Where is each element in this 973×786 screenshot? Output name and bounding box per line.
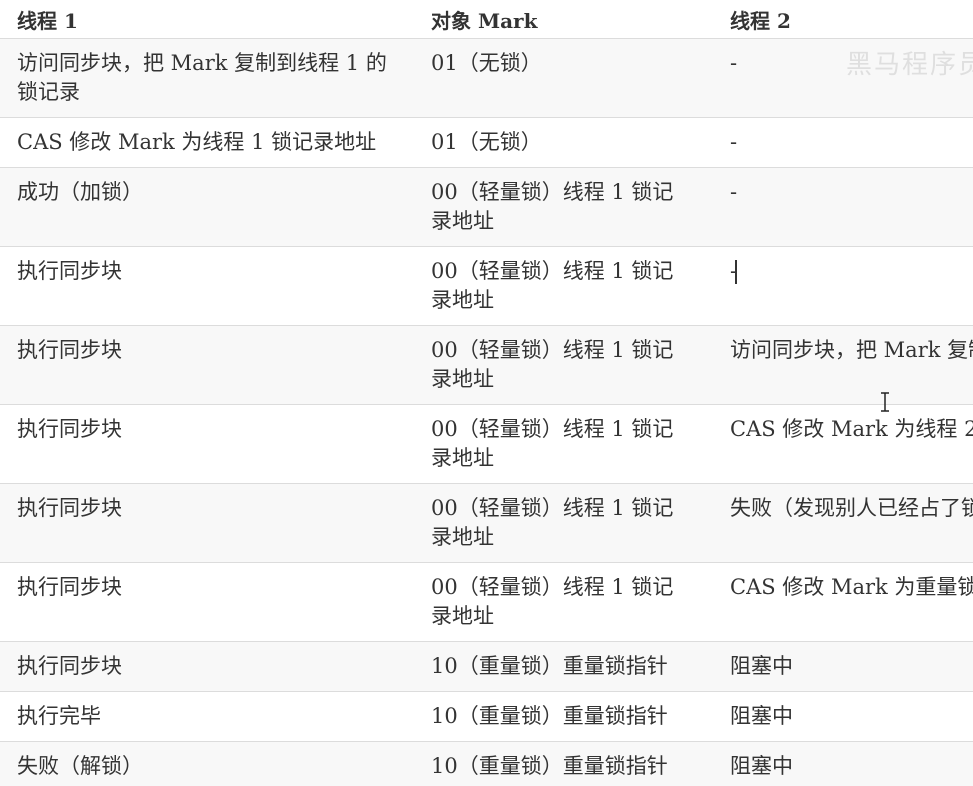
text-cursor-icon xyxy=(881,392,889,412)
table-row: 失败（解锁） 10（重量锁）重量锁指针 阻塞中 xyxy=(0,741,973,786)
thread-1-cell: 执行同步块 xyxy=(0,483,414,563)
thread-2-cell: - xyxy=(713,117,973,168)
thread-1-cell: 访问同步块，把 Mark 复制到线程 1 的锁记录 xyxy=(0,38,414,118)
document-page: 线程 1 对象 Mark 线程 2 访问同步块，把 Mark 复制到线程 1 的… xyxy=(0,0,973,786)
object-mark-cell: 00（轻量锁）线程 1 锁记录地址 xyxy=(414,562,713,642)
table-row: 执行同步块 00（轻量锁）线程 1 锁记录地址 访问同步块，把 Mark 复制到… xyxy=(0,325,973,405)
table-row: 执行同步块 00（轻量锁）线程 1 锁记录地址 CAS 修改 Mark 为线程 … xyxy=(0,404,973,484)
header-row: 线程 1 对象 Mark 线程 2 xyxy=(0,0,973,39)
thread-2-cell: 访问同步块，把 Mark 复制到线程 2 的锁记录 xyxy=(713,325,973,405)
thread-2-cell: CAS 修改 Mark 为线程 2 锁记录地址 xyxy=(713,404,973,484)
thread-2-cell: 阻塞中 xyxy=(713,691,973,742)
table-row: CAS 修改 Mark 为线程 1 锁记录地址 01（无锁） - xyxy=(0,117,973,168)
object-mark-cell: 10（重量锁）重量锁指针 xyxy=(414,741,713,786)
thread-2-cell: - xyxy=(713,167,973,247)
thread-2-cell: 阻塞中 xyxy=(713,741,973,786)
text-caret xyxy=(735,260,737,284)
object-mark-cell: 01（无锁） xyxy=(414,38,713,118)
table-row: 执行同步块 00（轻量锁）线程 1 锁记录地址 失败（发现别人已经占了锁） xyxy=(0,483,973,563)
table-row: 执行同步块 10（重量锁）重量锁指针 阻塞中 xyxy=(0,641,973,692)
thread-1-cell: 执行同步块 xyxy=(0,404,414,484)
object-mark-cell: 00（轻量锁）线程 1 锁记录地址 xyxy=(414,325,713,405)
table-row: 执行完毕 10（重量锁）重量锁指针 阻塞中 xyxy=(0,691,973,742)
thread-1-cell: CAS 修改 Mark 为线程 1 锁记录地址 xyxy=(0,117,414,168)
header-object-mark: 对象 Mark xyxy=(414,0,713,39)
thread-2-cell: 失败（发现别人已经占了锁） xyxy=(713,483,973,563)
thread-1-cell: 成功（加锁） xyxy=(0,167,414,247)
table-row: 访问同步块，把 Mark 复制到线程 1 的锁记录 01（无锁） - xyxy=(0,38,973,118)
thread-2-cell: - xyxy=(713,246,973,326)
object-mark-cell: 00（轻量锁）线程 1 锁记录地址 xyxy=(414,404,713,484)
object-mark-cell: 01（无锁） xyxy=(414,117,713,168)
lock-state-table: 线程 1 对象 Mark 线程 2 访问同步块，把 Mark 复制到线程 1 的… xyxy=(0,0,973,786)
object-mark-cell: 00（轻量锁）线程 1 锁记录地址 xyxy=(414,483,713,563)
header-thread-1: 线程 1 xyxy=(0,0,414,39)
thread-1-cell: 失败（解锁） xyxy=(0,741,414,786)
thread-1-cell: 执行同步块 xyxy=(0,325,414,405)
thread-1-cell: 执行同步块 xyxy=(0,562,414,642)
thread-2-cell: 阻塞中 xyxy=(713,641,973,692)
object-mark-cell: 10（重量锁）重量锁指针 xyxy=(414,691,713,742)
object-mark-cell: 10（重量锁）重量锁指针 xyxy=(414,641,713,692)
table-row: 执行同步块 00（轻量锁）线程 1 锁记录地址 - xyxy=(0,246,973,326)
thread-1-cell: 执行完毕 xyxy=(0,691,414,742)
watermark: 黑马程序员 xyxy=(846,50,973,80)
object-mark-cell: 00（轻量锁）线程 1 锁记录地址 xyxy=(414,246,713,326)
table-row: 成功（加锁） 00（轻量锁）线程 1 锁记录地址 - xyxy=(0,167,973,247)
thread-1-cell: 执行同步块 xyxy=(0,641,414,692)
thread-2-cell: CAS 修改 Mark 为重量锁 xyxy=(713,562,973,642)
table-row: 执行同步块 00（轻量锁）线程 1 锁记录地址 CAS 修改 Mark 为重量锁 xyxy=(0,562,973,642)
object-mark-cell: 00（轻量锁）线程 1 锁记录地址 xyxy=(414,167,713,247)
thread-1-cell: 执行同步块 xyxy=(0,246,414,326)
header-thread-2: 线程 2 xyxy=(713,0,973,39)
